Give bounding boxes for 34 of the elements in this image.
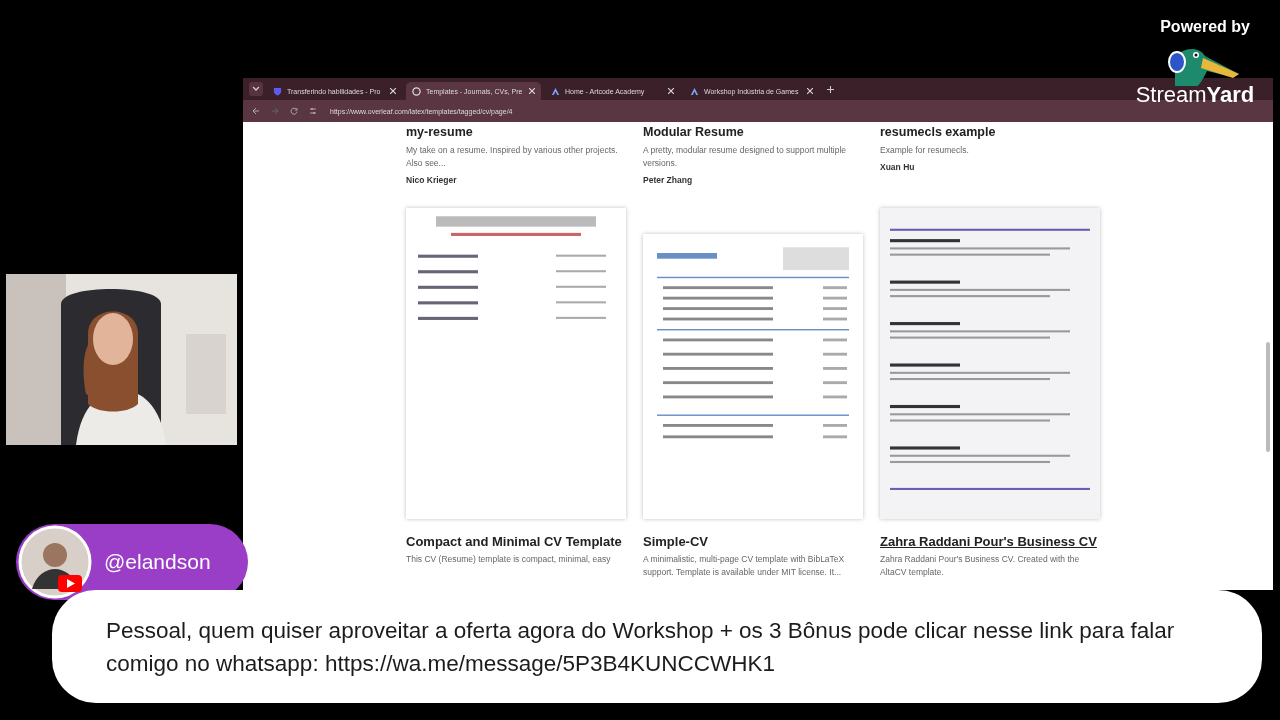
template-title[interactable]: Modular Resume <box>643 124 744 141</box>
template-description: A pretty, modular resume designed to support multiple versions. <box>643 144 847 170</box>
close-icon[interactable] <box>807 88 813 94</box>
shield-icon <box>273 86 282 96</box>
template-description: Zahra Raddani Pour's Business CV. Created with the AltaCV template. <box>880 553 1081 579</box>
avatar-icon <box>18 525 92 599</box>
template-title[interactable]: resumecls example <box>880 124 996 141</box>
site-settings-icon[interactable] <box>309 107 317 115</box>
caption-text: Pessoal, quem quiser aproveitar a oferta agora do Workshop + os 3 Bônus pode clicar nesse link para falar comigo no whatsapp: https://wa.me/message/5P3B4KUNCCWHK1 <box>106 616 1176 678</box>
back-icon[interactable] <box>252 107 260 115</box>
template-description: My take on a resume. Inspired by various other projects. Also see... <box>406 144 619 170</box>
close-icon[interactable] <box>529 88 535 94</box>
close-icon[interactable] <box>390 88 396 94</box>
close-icon[interactable] <box>668 88 674 94</box>
template-title[interactable]: Zahra Raddani Pour's Business CV <box>880 533 1097 550</box>
triangle-icon <box>690 86 699 96</box>
template-title[interactable]: Simple-CV <box>643 533 708 550</box>
template-author: Xuan Hu <box>880 162 915 172</box>
template-author: Nico Krieger <box>406 175 457 185</box>
streamyard-logo: StreamYard <box>1135 82 1255 108</box>
template-author: Peter Zhang <box>643 175 693 185</box>
template-title[interactable]: my-resume <box>406 124 473 141</box>
globe-icon <box>412 86 421 96</box>
triangle-icon <box>551 86 560 96</box>
template-description: A minimalistic, multi-page CV template with BibLaTeX support. Template is available under MIT license. It... <box>643 553 846 579</box>
tab-menu-icon[interactable] <box>249 82 263 96</box>
guest-handle: @elandson <box>104 550 211 574</box>
reload-icon[interactable] <box>290 107 298 115</box>
template-description: Example for resumecls. <box>880 144 969 157</box>
template-description: This CV (Resume) template is compact, minimal, easy <box>406 553 611 566</box>
new-tab-icon[interactable] <box>827 85 834 93</box>
scrollbar[interactable] <box>1266 342 1270 452</box>
powered-by-label: Powered by <box>1160 18 1250 36</box>
template-title[interactable]: Compact and Minimal CV Template <box>406 533 622 550</box>
